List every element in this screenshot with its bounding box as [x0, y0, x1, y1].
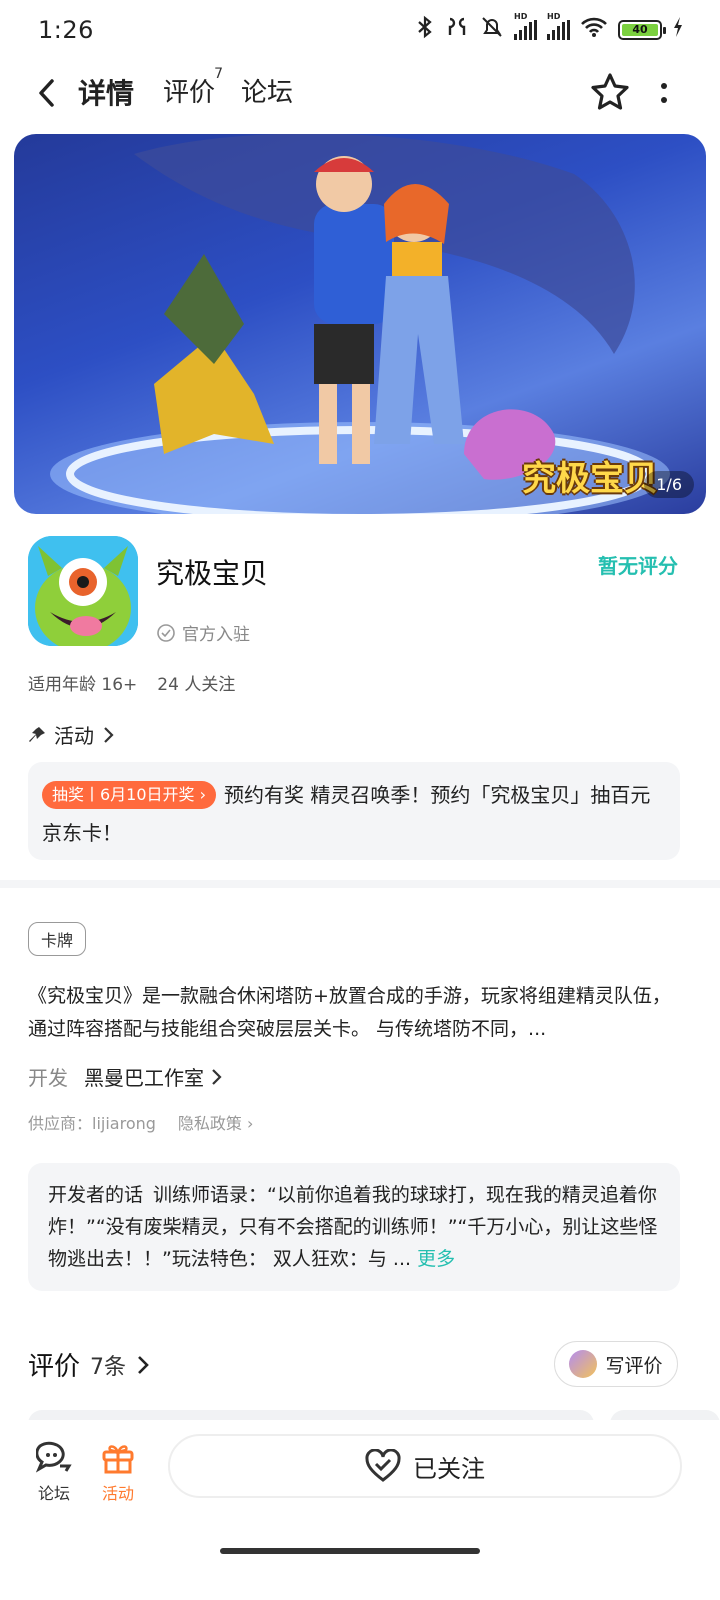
pin-icon	[29, 726, 45, 742]
developer-name: 黑曼巴工作室	[84, 1066, 204, 1090]
follower-count: 24 人关注	[157, 675, 236, 695]
lottery-tag[interactable]: 抽奖丨6月10日开奖 ›	[42, 781, 217, 809]
privacy-policy-label: 隐私政策	[177, 1114, 242, 1133]
tab-reviews[interactable]: 评价 7	[163, 66, 223, 109]
tab-reviews-label: 评价	[163, 78, 216, 108]
charging-icon	[672, 16, 684, 44]
developer-words-card[interactable]: 开发者的话 训练师语录：“以前你追着我的球球打，现在我的精灵追着你炸！”“没有废柴…	[28, 1163, 680, 1291]
bottom-forum-label: 论坛	[37, 1484, 70, 1503]
top-nav: 详情 评价 7 论坛	[0, 62, 720, 124]
bluetooth-icon	[416, 15, 434, 45]
app-name: 究极宝贝	[156, 557, 269, 590]
bottom-forum-button[interactable]: 论坛	[24, 1440, 84, 1504]
wifi-icon	[580, 16, 608, 44]
chevron-right-icon	[138, 1355, 149, 1374]
bell-muted-icon	[480, 15, 504, 45]
tab-forum-label: 论坛	[241, 78, 294, 108]
follow-button[interactable]: 已关注	[168, 1434, 682, 1498]
more-options-button[interactable]	[654, 76, 674, 110]
status-icons: HD HD 40	[416, 12, 684, 45]
heart-check-icon	[365, 1449, 401, 1482]
star-icon	[591, 73, 629, 110]
activity-heading: 活动	[54, 724, 94, 748]
tab-details-label: 详情	[78, 77, 135, 110]
activity-header[interactable]: 活动	[28, 720, 114, 749]
tab-reviews-count: 7	[214, 66, 224, 82]
status-bar: 1:26 HD HD 40	[0, 0, 720, 60]
battery-icon: 40	[618, 20, 666, 40]
official-badge-label: 官方入驻	[182, 625, 250, 645]
genre-tag[interactable]: 卡牌	[28, 922, 87, 956]
back-button[interactable]	[30, 76, 64, 110]
more-dot-icon	[661, 97, 667, 103]
app-icon-monster	[28, 536, 138, 646]
signal-hd-icon: HD	[547, 12, 570, 40]
supplier-row: 供应商：lijiarong 隐私政策 ›	[28, 1110, 253, 1134]
banner-pager: 1/6	[644, 471, 694, 498]
more-link[interactable]: 更多	[417, 1248, 455, 1270]
developer-row[interactable]: 开发 黑曼巴工作室	[28, 1062, 222, 1091]
favorite-button[interactable]	[588, 70, 632, 114]
age-rating: 适用年龄 16+	[28, 675, 138, 695]
reviews-count: 7条	[90, 1354, 127, 1380]
reviews-header[interactable]: 评价 7条	[28, 1346, 150, 1383]
tab-forum[interactable]: 论坛	[241, 72, 293, 109]
signal-hd-icon: HD	[514, 12, 537, 40]
developer-label: 开发	[28, 1066, 68, 1090]
section-divider	[0, 880, 720, 888]
lottery-tag-label: 抽奖丨6月10日开奖	[52, 785, 195, 804]
tab-details[interactable]: 详情	[78, 72, 135, 112]
game-description[interactable]: 《究极宝贝》是一款融合休闲塔防+放置合成的手游，玩家将组建精灵队伍，通过阵容搭配…	[28, 980, 688, 1046]
chevron-right-icon	[212, 1068, 222, 1085]
activity-card[interactable]: 抽奖丨6月10日开奖 › 预约有奖 精灵召唤季！预约「究极宝贝」抽百元京东卡！	[28, 762, 680, 860]
gift-icon	[102, 1445, 134, 1474]
more-dot-icon	[661, 83, 667, 89]
avatar	[569, 1350, 598, 1378]
game-banner[interactable]: 究极宝贝 1/6	[14, 134, 706, 514]
app-meta: 适用年龄 16+ 24 人关注	[28, 670, 235, 695]
bottom-bar: 论坛 活动 已关注	[0, 1420, 720, 1600]
banner-logo: 究极宝贝	[522, 459, 658, 499]
check-circle-icon	[157, 623, 175, 642]
bottom-activity-label: 活动	[101, 1484, 134, 1503]
earbuds-icon	[444, 15, 470, 45]
rating-status: 暂无评分	[598, 554, 678, 578]
app-icon[interactable]	[28, 536, 138, 646]
status-time: 1:26	[38, 16, 94, 44]
write-review-button[interactable]: 写评价	[554, 1341, 678, 1387]
official-badge: 官方入驻	[156, 620, 250, 645]
privacy-policy-link[interactable]: 隐私政策 ›	[178, 1110, 254, 1134]
supplier-text: 供应商：lijiarong	[28, 1114, 156, 1133]
developer-words-title: 开发者的话	[48, 1184, 144, 1206]
write-review-label: 写评价	[605, 1354, 663, 1377]
bottom-activity-button[interactable]: 活动	[88, 1440, 148, 1504]
chevron-left-icon	[39, 79, 54, 107]
follow-button-label: 已关注	[413, 1454, 485, 1483]
chevron-right-icon	[104, 726, 114, 743]
home-indicator[interactable]	[220, 1548, 480, 1554]
forum-icon	[36, 1441, 72, 1473]
battery-level: 40	[622, 24, 658, 36]
reviews-title: 评价	[28, 1352, 81, 1382]
